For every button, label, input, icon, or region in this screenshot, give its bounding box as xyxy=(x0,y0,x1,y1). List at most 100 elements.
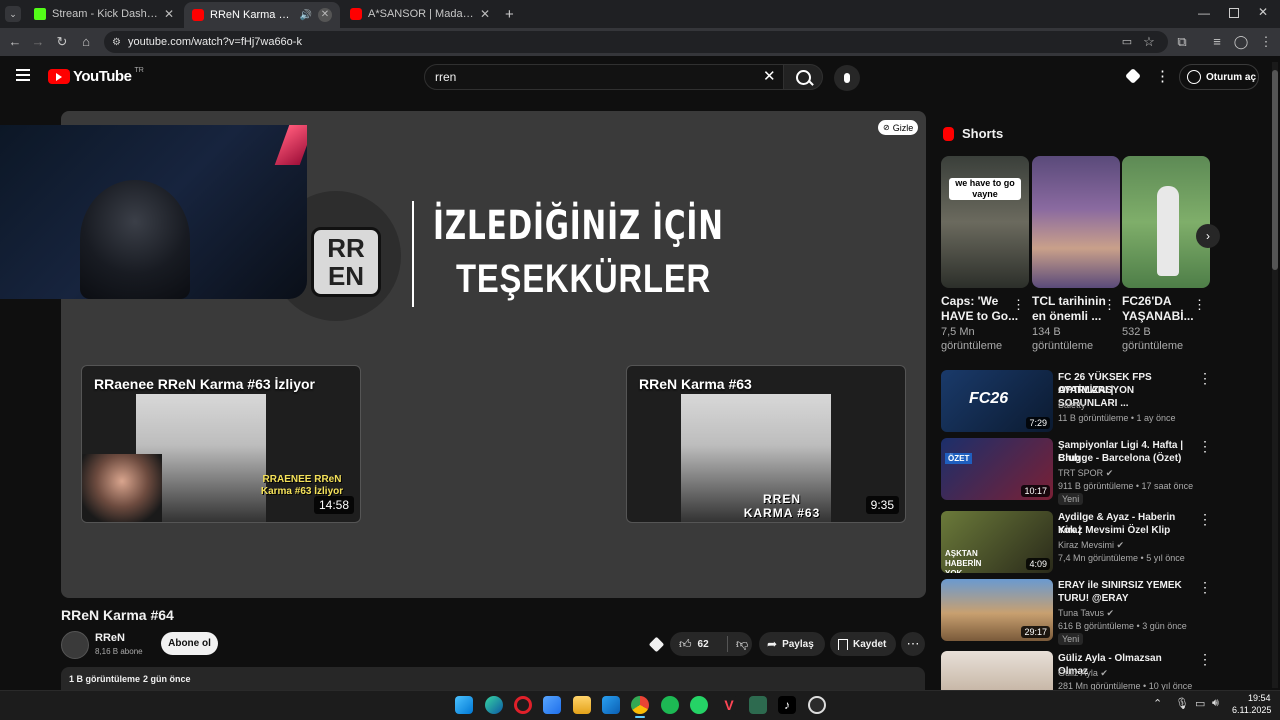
rec-5-thumbnail[interactable] xyxy=(941,651,1053,690)
store-icon[interactable] xyxy=(602,696,620,714)
minimize-icon[interactable]: — xyxy=(1198,6,1210,20)
rec-2-channel[interactable]: TRT SPOR ✔ xyxy=(1058,467,1208,479)
close-tab-icon[interactable]: ✕ xyxy=(480,7,490,21)
short-card-1[interactable]: we have to go vayne xyxy=(941,156,1029,288)
rec-3-title-line2[interactable]: Kiraz Mevsimi Özel Klip xyxy=(1058,524,1192,537)
short-2-menu-icon[interactable]: ⋮ xyxy=(1103,297,1116,313)
windows-start-icon[interactable] xyxy=(455,696,473,714)
rec-4-thumbnail[interactable]: 29:17 xyxy=(941,579,1053,641)
reload-icon[interactable]: ↻ xyxy=(53,33,71,51)
edge-icon[interactable] xyxy=(485,696,503,714)
more-actions-button[interactable]: ⋯ xyxy=(901,632,925,656)
youtube-logo[interactable]: YouTube TR xyxy=(48,67,144,85)
hide-button[interactable]: ⊘ Gizle xyxy=(878,120,919,135)
tab-youtube-video[interactable]: RReN Karma #64 - YouTube 🔊 ✕ xyxy=(184,2,340,28)
rec-1-channel[interactable]: Baletty xyxy=(1058,399,1208,411)
short-3-title-line1[interactable]: FC26'DA xyxy=(1122,294,1172,309)
rec-2-menu-icon[interactable]: ⋮ xyxy=(1198,438,1212,455)
new-tab-icon[interactable]: + xyxy=(505,6,514,23)
short-2-title-line2[interactable]: en önemli ... xyxy=(1032,309,1101,324)
forward-icon[interactable]: → xyxy=(29,33,47,51)
obs-icon[interactable] xyxy=(808,696,826,714)
share-button[interactable]: ➦ Paylaş xyxy=(759,632,825,656)
site-info-icon[interactable]: ⚙ xyxy=(112,37,121,48)
search-input[interactable]: rren xyxy=(424,64,784,90)
mic-tray-icon[interactable]: 🎙︎ xyxy=(1175,697,1189,710)
rec-1-menu-icon[interactable]: ⋮ xyxy=(1198,370,1212,387)
spotify-icon[interactable] xyxy=(661,696,679,714)
chrome-icon[interactable] xyxy=(631,696,649,714)
close-window-icon[interactable]: ✕ xyxy=(1258,5,1268,19)
page-scrollbar[interactable] xyxy=(1272,62,1278,688)
tab-search-button[interactable]: ⌄ xyxy=(5,6,21,22)
settings-dots-icon[interactable]: ⋮ xyxy=(1155,67,1170,85)
endcard-video-2[interactable]: RReN Karma #63 RREN KARMA #63 9:35 xyxy=(626,365,906,523)
valorant-icon[interactable]: V xyxy=(720,696,738,714)
short-1-views-label: görüntüleme xyxy=(941,340,1003,352)
short-1-menu-icon[interactable]: ⋮ xyxy=(1012,297,1025,313)
clock-time[interactable]: 19:54 xyxy=(1248,693,1271,703)
rec-3-thumbnail[interactable]: AŞKTAN HABERİN YOK 4:09 xyxy=(941,511,1053,573)
scrollbar-thumb[interactable] xyxy=(1272,70,1278,270)
channel-avatar[interactable] xyxy=(61,631,89,659)
rec-5-menu-icon[interactable]: ⋮ xyxy=(1198,651,1212,668)
rec-5-channel[interactable]: Güliz Ayla ✔ xyxy=(1058,667,1208,679)
profile-icon[interactable]: ◯ xyxy=(1232,33,1250,51)
short-3-title-line2[interactable]: YAŞANABİ... xyxy=(1122,309,1194,324)
shorts-logo-icon xyxy=(943,127,954,141)
tray-chevron-icon[interactable]: ⌃ xyxy=(1153,697,1162,710)
clock-date[interactable]: 6.11.2025 xyxy=(1232,705,1271,715)
rec-4-title-line1[interactable]: ERAY ile SINIRSIZ YEMEK xyxy=(1058,579,1192,592)
opera-icon[interactable] xyxy=(514,696,532,714)
short-1-title-line2[interactable]: HAVE to Go... xyxy=(941,309,1018,324)
rec-1-thumbnail[interactable]: FC26 7:29 xyxy=(941,370,1053,432)
back-icon[interactable]: ← xyxy=(6,33,24,51)
description-box[interactable]: 1 B görüntüleme 2 gün önce xyxy=(61,667,925,690)
rec-4-title-line2[interactable]: TURU! @ERAY xyxy=(1058,592,1192,605)
volume-icon[interactable]: 🔊︎ xyxy=(1212,697,1219,710)
search-button[interactable] xyxy=(783,64,823,90)
network-icon[interactable]: ▭ xyxy=(1195,697,1205,710)
hamburger-menu-icon[interactable] xyxy=(16,69,30,81)
short-3-menu-icon[interactable]: ⋮ xyxy=(1193,297,1206,313)
whatsapp-icon[interactable] xyxy=(690,696,708,714)
voice-search-button[interactable] xyxy=(834,65,860,91)
address-bar[interactable]: ⚙ youtube.com/watch?v=fHj7wa66o-k xyxy=(104,31,1168,53)
tab-asansor[interactable]: A*SANSOR | Madara Olduk #5 ✕ xyxy=(342,4,498,24)
close-tab-icon[interactable]: ✕ xyxy=(164,7,174,21)
endcard-video-1[interactable]: RRaenee RReN Karma #63 İzliyor RRAENEE R… xyxy=(81,365,361,523)
cast-icon[interactable]: ▭ xyxy=(1118,33,1136,51)
shorts-next-button[interactable]: › xyxy=(1196,224,1220,248)
remix-icon[interactable] xyxy=(648,636,665,653)
rec-3-menu-icon[interactable]: ⋮ xyxy=(1198,511,1212,528)
short-2-title-line1[interactable]: TCL tarihinin xyxy=(1032,294,1106,309)
subscribe-button[interactable]: Abone ol xyxy=(161,632,218,655)
rec-4-menu-icon[interactable]: ⋮ xyxy=(1198,579,1212,596)
like-button[interactable]: 👍︎ 62 xyxy=(670,637,727,652)
rec-2-title-line2[interactable]: Brugge - Barcelona (Özet) xyxy=(1058,452,1192,465)
extensions-icon[interactable]: ⧉ xyxy=(1173,33,1191,51)
notepad-icon[interactable] xyxy=(749,696,767,714)
tiktok-icon[interactable]: ♪ xyxy=(778,696,796,714)
signin-button[interactable]: Oturum aç xyxy=(1179,64,1259,90)
browser-menu-icon[interactable]: ⋮ xyxy=(1257,33,1275,51)
clear-search-icon[interactable]: ✕ xyxy=(763,67,776,85)
bookmark-star-icon[interactable]: ☆ xyxy=(1140,33,1158,51)
dislike-button[interactable]: 👎︎ xyxy=(728,637,748,652)
channel-name[interactable]: RReN xyxy=(95,632,125,644)
save-button[interactable]: Kaydet xyxy=(830,632,896,656)
short-card-2[interactable] xyxy=(1032,156,1120,288)
short-1-title-line1[interactable]: Caps: 'We xyxy=(941,294,998,309)
rec-4-channel[interactable]: Tuna Tavus ✔ xyxy=(1058,607,1208,619)
speaker-icon[interactable]: 🔊 xyxy=(300,10,312,21)
tab-kick-dashboard[interactable]: Stream - Kick Dashboard ✕ xyxy=(26,4,182,24)
rec-2-thumbnail[interactable]: ÖZET 10:17 xyxy=(941,438,1053,500)
home-icon[interactable]: ⌂ xyxy=(77,33,95,51)
reading-list-icon[interactable]: ≡ xyxy=(1208,33,1226,51)
close-tab-icon[interactable]: ✕ xyxy=(318,8,332,22)
photos-icon[interactable] xyxy=(543,696,561,714)
maximize-icon[interactable] xyxy=(1229,8,1239,18)
file-explorer-icon[interactable] xyxy=(573,696,591,714)
short-card-3[interactable] xyxy=(1122,156,1210,288)
rec-3-channel[interactable]: Kiraz Mevsimi ✔ xyxy=(1058,539,1208,551)
